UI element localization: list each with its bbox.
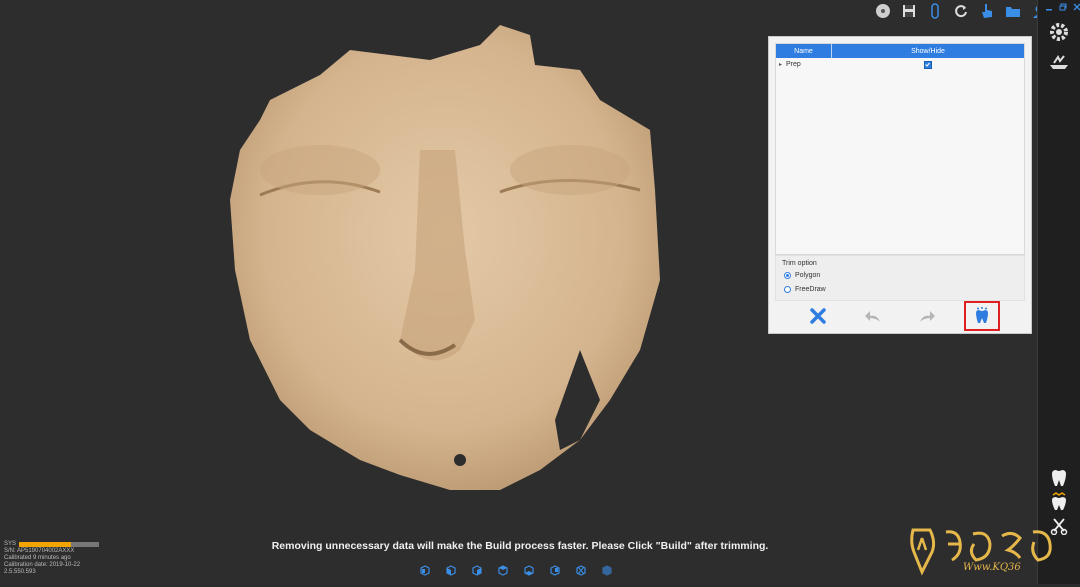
probe-icon[interactable] [926,2,944,20]
object-list: Name Show/Hide ▸ Prep [775,43,1025,255]
table-row[interactable]: ▸ Prep [776,58,1024,71]
restore-icon[interactable] [1058,2,1068,12]
view-back-icon[interactable] [548,563,562,577]
trim-options: Trim option Polygon FreeDraw [775,255,1025,301]
top-toolbar [874,2,1048,20]
view-bottom-icon[interactable] [522,563,536,577]
undo-button[interactable] [856,304,890,328]
expand-triangle-icon[interactable]: ▸ [779,61,782,68]
save-icon[interactable] [900,2,918,20]
scan-tray-icon[interactable] [1044,50,1074,74]
column-show-hide-header[interactable]: Show/Hide [832,44,1024,58]
object-list-header: Name Show/Hide [776,44,1024,58]
view-iso-icon[interactable] [600,563,614,577]
radio-polygon-label: Polygon [795,272,821,279]
show-hide-checkbox[interactable] [923,60,932,69]
cancel-button[interactable] [801,304,835,328]
trim-option-title: Trim option [782,260,817,267]
view-left-icon[interactable] [444,563,458,577]
3d-viewport[interactable]: Name Show/Hide ▸ Prep Trim option Polygo… [0,0,1045,584]
refresh-icon[interactable] [952,2,970,20]
row-name-cell: ▸ Prep [776,61,831,68]
view-toolbar [418,563,614,577]
watermark-text: Www.KQ36 [963,562,1021,573]
build-button[interactable] [964,301,1000,331]
view-right-icon[interactable] [470,563,484,577]
window-controls [1044,2,1080,12]
settings-gear-icon[interactable] [1044,20,1074,44]
calibration-date: Calibration date: 2019-10-22 [4,562,81,568]
tooth-build-icon [976,307,988,323]
version-text: 2.5.550.593 [4,569,36,575]
calibrated-text: Calibrated 9 minutes ago [4,555,71,561]
view-front-icon[interactable] [418,563,432,577]
tooth-icon[interactable] [1044,466,1074,490]
sys-label: SYS [4,541,17,547]
trim-panel: Name Show/Hide ▸ Prep Trim option Polygo… [768,36,1032,334]
radio-freedraw[interactable]: FreeDraw [784,286,826,293]
sys-progress-bar [19,542,100,547]
hand-pointer-icon[interactable] [978,2,996,20]
undo-icon [865,311,880,322]
view-fit-icon[interactable] [574,563,588,577]
minimize-icon[interactable] [1044,2,1054,12]
panel-actions [769,299,1031,333]
hint-message: Removing unnecessary data will make the … [271,540,769,552]
sys-progress-fill [19,542,72,547]
scanner-status: SYS S/N: AP5190704002AXXX Calibrated 9 m… [4,541,100,576]
redo-button[interactable] [910,304,944,328]
view-top-icon[interactable] [496,563,510,577]
radio-polygon-indicator[interactable] [784,272,791,279]
close-window-icon[interactable] [1072,2,1080,12]
radio-freedraw-label: FreeDraw [795,286,826,293]
serial-number: S/N: AP5190704002AXXX [4,548,75,554]
face-scan-model[interactable] [200,20,680,520]
disc-icon[interactable] [874,2,892,20]
row-visibility-cell [831,60,1024,69]
close-icon [810,308,826,324]
right-sidebar [1037,0,1080,584]
row-name-label: Prep [786,61,801,68]
watermark-logo: Www.KQ36 [908,522,1078,582]
redo-icon [920,311,935,322]
folder-open-icon[interactable] [1004,2,1022,20]
column-name-header[interactable]: Name [776,44,832,58]
tooth-crown-icon[interactable] [1044,490,1074,514]
radio-polygon[interactable]: Polygon [784,272,820,279]
radio-freedraw-indicator[interactable] [784,286,791,293]
